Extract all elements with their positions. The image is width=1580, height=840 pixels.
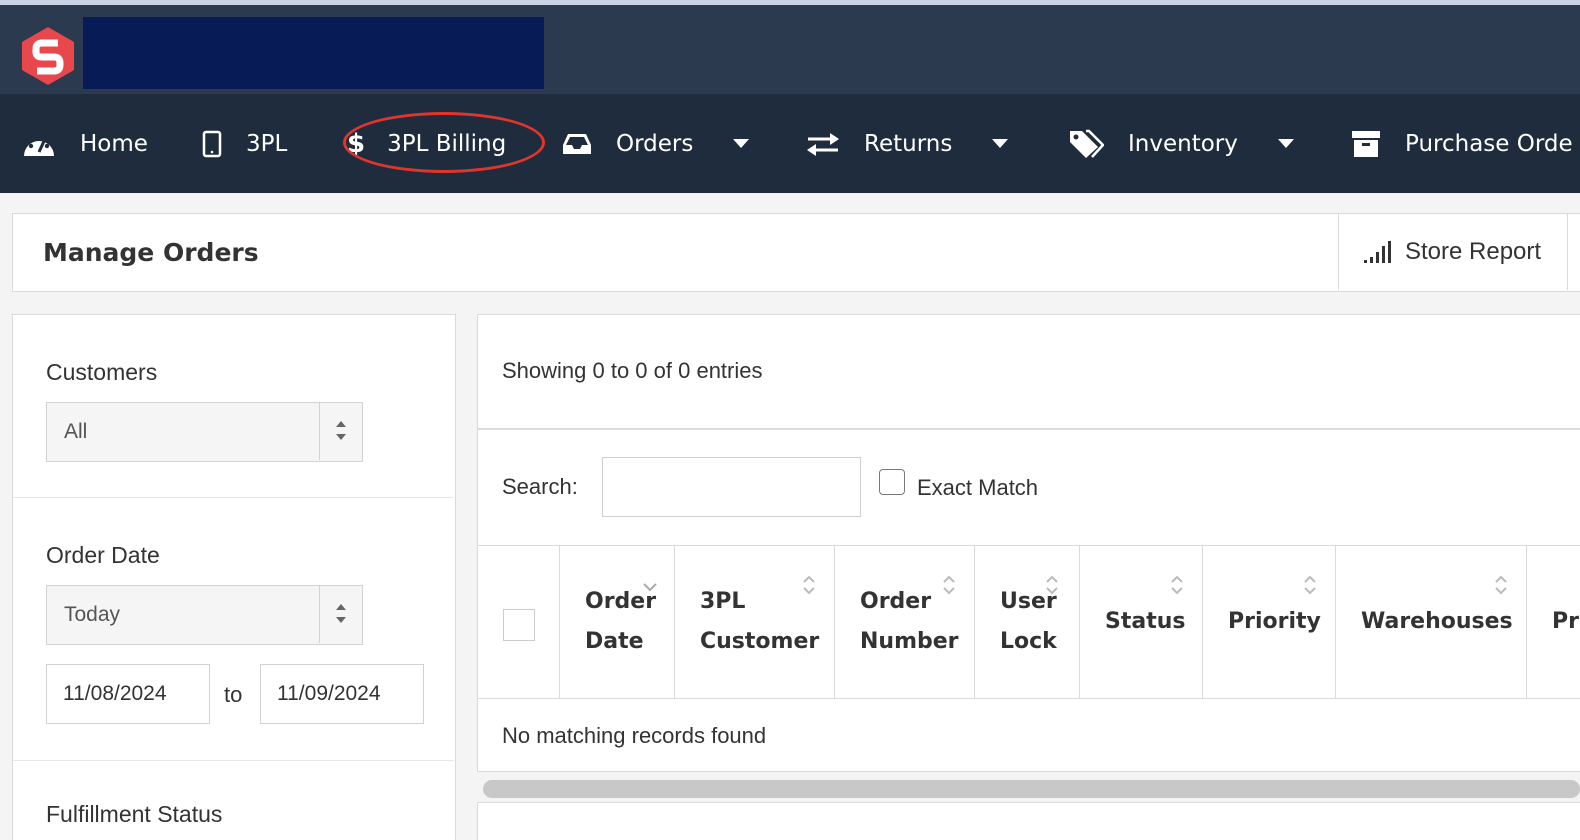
column-warehouses[interactable]: Warehouses (1336, 546, 1527, 698)
column-label-line2: Date (585, 629, 644, 654)
nav-label-orders: Orders (616, 130, 694, 157)
orders-dropdown-caret-icon (733, 139, 750, 148)
divider (478, 428, 1580, 430)
customers-select-value: All (64, 420, 88, 443)
nav-label-home: Home (80, 130, 148, 157)
column-label-line2: Lock (1000, 629, 1057, 654)
nav-label-inventory: Inventory (1128, 130, 1238, 157)
tags-icon (1070, 129, 1104, 158)
horizontal-scrollbar[interactable] (483, 780, 1580, 798)
customers-filter: Customers All (13, 315, 454, 498)
nav-item-home[interactable]: Home (22, 94, 148, 193)
column-order-date[interactable]: Order Date (560, 546, 675, 698)
date-range-to-label: to (224, 682, 243, 707)
orders-results-panel: Showing 0 to 0 of 0 entries Search: Exac… (477, 314, 1580, 772)
signal-bars-icon (1364, 241, 1391, 263)
column-label: Warehouses (1361, 609, 1513, 634)
sort-both-icon (943, 575, 955, 595)
entries-info: Showing 0 to 0 of 0 entries (502, 358, 763, 383)
filters-panel: Customers All Order Date Today 11/08/202… (12, 314, 456, 840)
tablet-icon (202, 130, 222, 157)
date-to-input[interactable]: 11/09/2024 (260, 664, 424, 724)
dollar-icon: $ (347, 128, 366, 159)
nav-item-purchase-orders[interactable]: Purchase Orde (1351, 94, 1573, 193)
nav-item-inventory[interactable]: Inventory (1068, 94, 1294, 193)
search-label: Search: (502, 474, 578, 499)
store-report-label: Store Report (1405, 238, 1542, 265)
exact-match-label: Exact Match (917, 475, 1039, 500)
date-from-input[interactable]: 11/08/2024 (46, 664, 210, 724)
nav-item-3pl-billing[interactable]: $ 3PL Billing (347, 94, 506, 193)
store-report-button[interactable]: Store Report (1338, 214, 1568, 290)
nav-item-orders[interactable]: Orders (562, 94, 750, 193)
column-priority[interactable]: Priority (1203, 546, 1336, 698)
column-label-line2: Customer (700, 629, 820, 654)
sort-both-icon (1304, 575, 1316, 595)
exchange-arrows-icon (807, 132, 839, 156)
sort-both-icon (1171, 575, 1183, 595)
order-date-filter: Order Date Today 11/08/2024 to 11/09/202… (13, 498, 454, 761)
select-all-column (478, 546, 560, 698)
page-title: Manage Orders (43, 238, 259, 267)
nav-label-3pl: 3PL (246, 130, 288, 157)
sort-both-icon (1495, 575, 1507, 595)
app-logo-icon[interactable] (20, 25, 76, 87)
sort-desc-icon (643, 583, 657, 592)
page-header: Manage Orders Store Report (12, 213, 1580, 292)
customers-select[interactable]: All (46, 402, 363, 462)
customers-label: Customers (46, 359, 158, 385)
nav-label-purchase-orders: Purchase Orde (1405, 130, 1573, 157)
select-arrows-icon (319, 403, 362, 460)
column-label-line1: 3PL (700, 589, 746, 614)
returns-dropdown-caret-icon (992, 139, 1009, 148)
inventory-dropdown-caret-icon (1277, 139, 1294, 148)
order-date-label: Order Date (46, 542, 160, 568)
table-footer-panel (477, 802, 1580, 840)
column-label: Pr (1552, 609, 1579, 634)
column-label: Status (1105, 609, 1186, 634)
archive-box-icon (1352, 130, 1380, 157)
sort-both-icon (803, 575, 815, 595)
order-date-select-value: Today (64, 603, 121, 626)
nav-label-3pl-billing: 3PL Billing (387, 130, 507, 157)
main-nav: Home 3PL $ 3PL Billing Orders Returns In… (0, 94, 1580, 193)
column-user-lock[interactable]: User Lock (975, 546, 1080, 698)
nav-item-returns[interactable]: Returns (806, 94, 1009, 193)
nav-item-3pl[interactable]: 3PL (202, 94, 287, 193)
brand-bar (0, 5, 1580, 94)
exact-match-checkbox[interactable] (879, 469, 905, 495)
column-3pl-customer[interactable]: 3PL Customer (675, 546, 835, 698)
orders-table-header: Order Date 3PL Customer Order Number Use… (478, 545, 1580, 699)
redacted-area (83, 17, 544, 89)
column-label: Priority (1228, 609, 1321, 634)
select-all-checkbox[interactable] (503, 609, 535, 641)
inbox-tray-icon (563, 133, 591, 154)
search-input[interactable] (602, 457, 861, 517)
column-label-line1: Order (860, 589, 932, 614)
dashboard-gauge-icon (24, 133, 54, 156)
empty-table-message: No matching records found (502, 723, 767, 748)
column-label-line2: Number (860, 629, 959, 654)
sort-both-icon (1046, 575, 1058, 595)
select-arrows-icon (319, 586, 362, 643)
column-order-number[interactable]: Order Number (835, 546, 975, 698)
order-date-select[interactable]: Today (46, 585, 363, 645)
nav-label-returns: Returns (864, 130, 953, 157)
column-status[interactable]: Status (1080, 546, 1203, 698)
fulfillment-status-label: Fulfillment Status (46, 801, 223, 827)
column-truncated[interactable]: Pr (1527, 546, 1580, 698)
